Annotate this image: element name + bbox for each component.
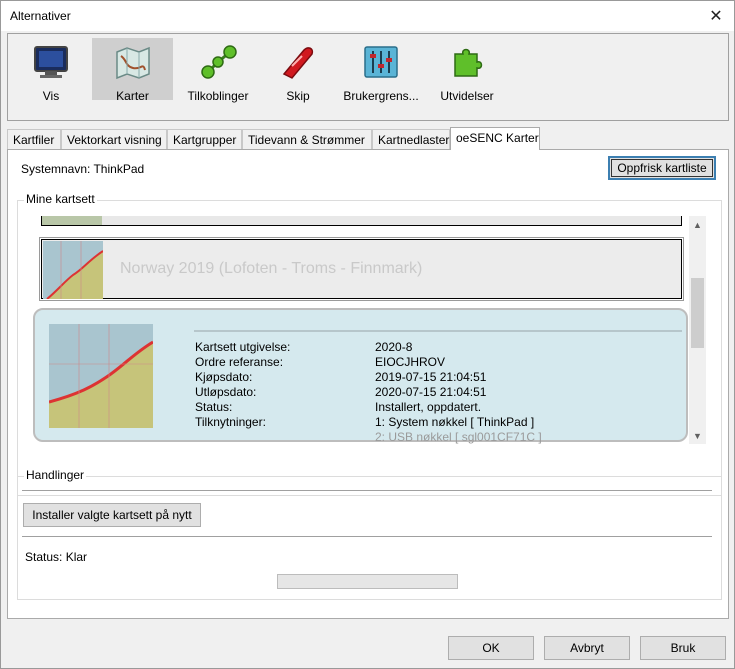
toolbar-item-label: Karter xyxy=(116,89,149,103)
divider xyxy=(22,490,712,491)
toolbar-item-utvidelser[interactable]: Utvidelser xyxy=(432,38,502,103)
detail-value: EIOCJHROV xyxy=(375,355,446,369)
detail-value: Installert, oppdatert. xyxy=(375,400,482,414)
tab-tidevann-stromer[interactable]: Tidevann & Strømmer xyxy=(242,129,372,149)
oesenc-panel: Systemnavn: ThinkPad Oppfrisk kartliste … xyxy=(7,149,729,619)
toolbar-item-label: Brukergrens... xyxy=(343,89,419,103)
detail-key: Utløpsdato: xyxy=(195,385,257,399)
ok-button[interactable]: OK xyxy=(448,636,534,660)
refresh-chartlist-button[interactable]: Oppfrisk kartliste xyxy=(608,156,716,180)
scroll-down-icon[interactable]: ▼ xyxy=(689,427,706,444)
list-item[interactable] xyxy=(41,216,682,226)
chartset-name: Norway 2019 (Lofoten - Troms - Finnmark) xyxy=(120,260,423,277)
detail-key: Status: xyxy=(195,400,233,414)
details-separator xyxy=(194,330,682,332)
detail-value: 2019-07-15 21:04:51 xyxy=(375,370,487,384)
progress-bar xyxy=(277,574,458,589)
detail-key: Kartsett utgivelse: xyxy=(195,340,291,354)
chart-thumbnail xyxy=(42,216,102,225)
my-chartsets-title: Mine kartsett xyxy=(24,192,97,206)
detail-value: 1: System nøkkel [ ThinkPad ] xyxy=(375,415,535,429)
monitor-icon xyxy=(34,46,68,78)
toolbar-item-skip[interactable]: Skip xyxy=(263,38,333,103)
toolbar-item-karter[interactable]: Karter xyxy=(92,38,173,103)
chart-map-icon xyxy=(115,46,150,80)
apply-button[interactable]: Bruk xyxy=(640,636,726,660)
close-icon[interactable]: ✕ xyxy=(698,1,734,31)
scrollbar-thumb[interactable] xyxy=(691,278,704,348)
toolbar-item-label: Vis xyxy=(42,89,60,103)
list-item-selected[interactable]: Kartsett utgivelse: 2020-8 Ordre referan… xyxy=(33,308,688,444)
tab-oesenc-karter[interactable]: oeSENC Karter xyxy=(450,127,540,150)
list-item[interactable]: Norway 2019 (Lofoten - Troms - Finnmark) xyxy=(39,237,684,301)
category-toolbar: Vis Karter Tilkoblinger Skip Brukergrens… xyxy=(7,33,729,121)
toolbar-item-label: Utvidelser xyxy=(440,89,494,103)
detail-value: 2: USB nøkkel [ sgl001CF71C ] xyxy=(375,430,542,444)
tab-vektorkart-visning[interactable]: Vektorkart visning xyxy=(61,129,167,149)
status-text: Status: Klar xyxy=(25,550,88,564)
system-name-label: Systemnavn: ThinkPad xyxy=(21,162,145,176)
detail-value: 2020-07-15 21:04:51 xyxy=(375,385,487,399)
tab-kartgrupper[interactable]: Kartgrupper xyxy=(167,129,242,149)
actions-title: Handlinger xyxy=(24,468,87,482)
puzzle-icon xyxy=(454,48,483,77)
chartset-list[interactable]: Norway 2019 (Lofoten - Troms - Finnmark)… xyxy=(27,216,690,444)
scroll-up-icon[interactable]: ▲ xyxy=(689,216,706,233)
toolbar-item-label: Tilkoblinger xyxy=(187,89,249,103)
detail-key: Tilknytninger: xyxy=(195,415,266,429)
toolbar-item-label: Skip xyxy=(286,89,310,103)
divider xyxy=(22,536,712,537)
tab-kartfiler[interactable]: Kartfiler xyxy=(7,129,61,149)
toolbar-item-brukergrensesnitt[interactable]: Brukergrens... xyxy=(338,38,424,103)
toolbar-item-vis[interactable]: Vis xyxy=(11,38,91,103)
detail-key: Ordre referanse: xyxy=(195,355,284,369)
cancel-button[interactable]: Avbryt xyxy=(544,636,630,660)
tab-kartnedlaster[interactable]: Kartnedlaster xyxy=(372,129,450,149)
window-title: Alternativer xyxy=(10,9,71,23)
sliders-icon xyxy=(364,46,398,78)
reinstall-chartsets-button[interactable]: Installer valgte kartsett på nytt xyxy=(23,503,201,527)
connections-icon xyxy=(201,45,237,79)
title-bar: Alternativer ✕ xyxy=(1,1,734,31)
toolbar-item-tilkoblinger[interactable]: Tilkoblinger xyxy=(178,38,258,103)
ship-icon xyxy=(282,47,314,79)
detail-value: 2020-8 xyxy=(375,340,413,354)
detail-key: Kjøpsdato: xyxy=(195,370,253,384)
chart-thumbnail xyxy=(49,324,153,428)
chart-thumbnail xyxy=(43,241,103,299)
list-scrollbar[interactable]: ▲ ▼ xyxy=(689,216,706,444)
options-dialog: Alternativer ✕ Vis Karter Tilkoblinger S… xyxy=(0,0,735,669)
